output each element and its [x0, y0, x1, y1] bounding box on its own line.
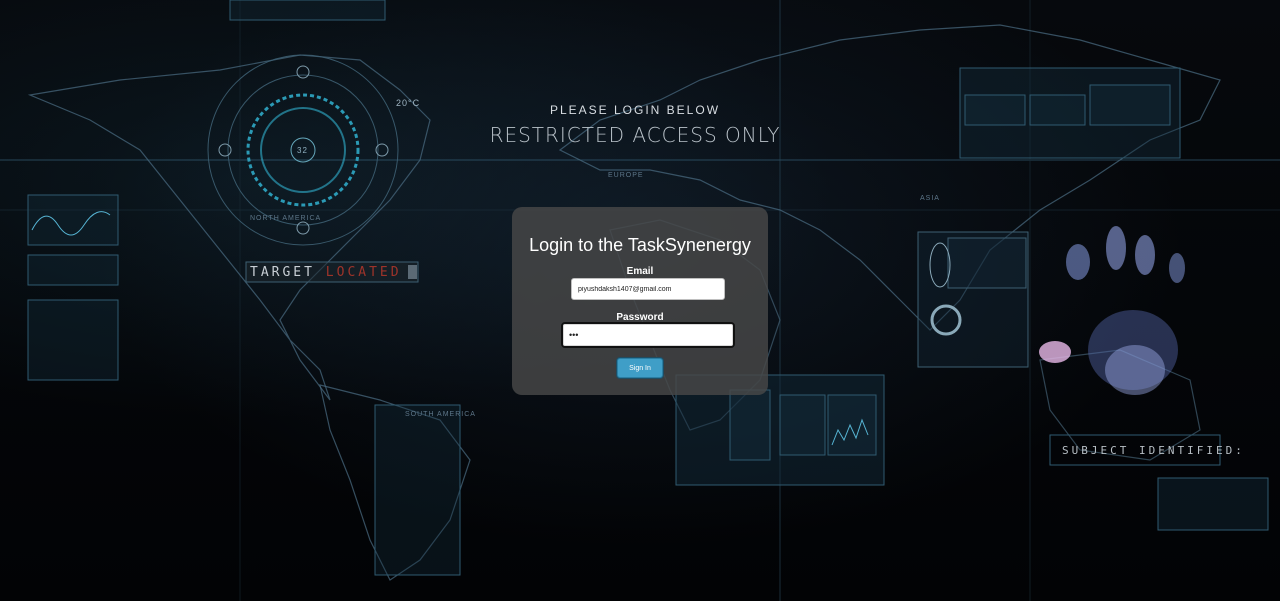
login-panel: Login to the TaskSynenergy Email Passwor… — [512, 207, 768, 395]
map-label-europe: EUROPE — [608, 172, 644, 179]
login-title: Login to the TaskSynenergy — [529, 235, 751, 255]
map-label-asia: ASIA — [920, 195, 940, 202]
subject-identified-label: SUBJECT IDENTIFIED: — [1062, 444, 1245, 457]
restricted-access-heading: RESTRICTED ACCESS ONLY — [489, 123, 781, 147]
map-label-north-america: NORTH AMERICA — [250, 215, 322, 222]
please-login-heading: PLEASE LOGIN BELOW — [549, 103, 721, 117]
target-text: TARGET — [250, 265, 315, 280]
login-page: EUROPE ASIA NORTH AMERICA SOUTH AMERICA … — [0, 0, 1280, 601]
email-input[interactable] — [571, 278, 725, 300]
hud-number: 32 — [297, 146, 308, 155]
map-label-south-america: SOUTH AMERICA — [405, 411, 476, 418]
target-located-label: TARGET LOCATED — [250, 265, 402, 280]
sign-in-button[interactable]: Sign In — [617, 358, 663, 378]
hud-temperature: 20°C — [396, 98, 421, 108]
located-text: LOCATED — [325, 265, 402, 280]
email-label: Email — [626, 266, 654, 277]
password-input[interactable] — [561, 322, 735, 348]
